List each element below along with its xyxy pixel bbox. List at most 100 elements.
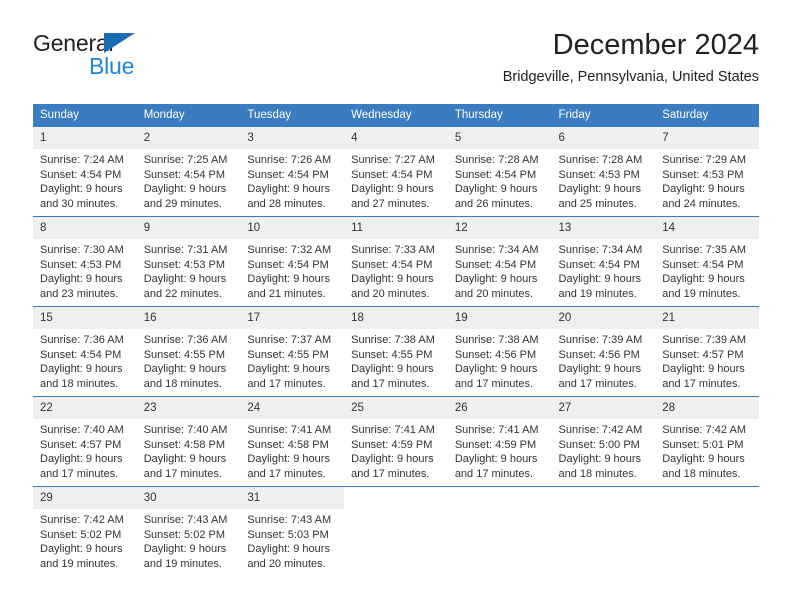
day-cell[interactable]: 25 Sunrise: 7:41 AM Sunset: 4:59 PM Dayl… <box>344 396 448 487</box>
sunset-text: Sunset: 4:56 PM <box>454 348 537 361</box>
sunset-text: Sunset: 4:54 PM <box>247 258 329 271</box>
sunset-text: Sunset: 4:58 PM <box>143 438 226 451</box>
day-details: Sunrise: 7:29 AM Sunset: 4:53 PM Dayligh… <box>655 149 759 211</box>
page-title: December 2024 <box>552 29 759 61</box>
generalblue-logo[interactable]: General Blue <box>33 32 233 88</box>
daylight-text-line2: and 17 minutes. <box>143 467 222 480</box>
day-cell[interactable]: 15 Sunrise: 7:36 AM Sunset: 4:54 PM Dayl… <box>33 306 137 397</box>
sunset-text: Sunset: 4:55 PM <box>247 348 329 361</box>
day-cell[interactable]: 19 Sunrise: 7:38 AM Sunset: 4:56 PM Dayl… <box>447 306 552 397</box>
daylight-text-line1: Daylight: 9 hours <box>351 453 434 465</box>
day-details: Sunrise: 7:36 AM Sunset: 4:54 PM Dayligh… <box>33 329 137 391</box>
day-cell[interactable]: 2 Sunrise: 7:25 AM Sunset: 4:54 PM Dayli… <box>136 126 241 217</box>
day-cell[interactable]: 24 Sunrise: 7:41 AM Sunset: 4:58 PM Dayl… <box>240 396 345 487</box>
day-number <box>551 487 656 509</box>
day-number: 27 <box>551 397 656 419</box>
day-cell-empty <box>447 486 552 573</box>
day-number: 31 <box>240 487 345 509</box>
day-number: 2 <box>136 127 241 149</box>
daylight-text-line2: and 17 minutes. <box>454 377 534 390</box>
day-cell[interactable]: 7 Sunrise: 7:29 AM Sunset: 4:53 PM Dayli… <box>655 126 759 217</box>
daylight-text-line2: and 17 minutes. <box>454 467 534 480</box>
day-cell-empty <box>655 486 759 573</box>
day-details: Sunrise: 7:41 AM Sunset: 4:59 PM Dayligh… <box>448 419 552 481</box>
day-cell[interactable]: 23 Sunrise: 7:40 AM Sunset: 4:58 PM Dayl… <box>136 396 241 487</box>
sunset-text: Sunset: 4:57 PM <box>662 348 744 361</box>
day-cell[interactable]: 1 Sunrise: 7:24 AM Sunset: 4:54 PM Dayli… <box>33 126 137 217</box>
sunset-text: Sunset: 4:57 PM <box>40 438 122 451</box>
daylight-text-line2: and 19 minutes. <box>40 557 119 570</box>
daylight-text-line1: Daylight: 9 hours <box>40 543 123 555</box>
daylight-text-line1: Daylight: 9 hours <box>454 183 538 195</box>
day-details: Sunrise: 7:35 AM Sunset: 4:54 PM Dayligh… <box>655 239 759 301</box>
calendar-week-row: 29 Sunrise: 7:42 AM Sunset: 5:02 PM Dayl… <box>33 486 759 573</box>
day-cell[interactable]: 8 Sunrise: 7:30 AM Sunset: 4:53 PM Dayli… <box>33 216 137 307</box>
day-details: Sunrise: 7:41 AM Sunset: 4:58 PM Dayligh… <box>240 419 344 481</box>
day-details: Sunrise: 7:38 AM Sunset: 4:56 PM Dayligh… <box>448 329 552 391</box>
day-number <box>447 487 552 509</box>
day-cell[interactable]: 16 Sunrise: 7:36 AM Sunset: 4:55 PM Dayl… <box>136 306 241 397</box>
sunset-text: Sunset: 4:55 PM <box>143 348 226 361</box>
day-number: 1 <box>33 127 137 149</box>
day-cell[interactable]: 4 Sunrise: 7:27 AM Sunset: 4:54 PM Dayli… <box>344 126 448 217</box>
day-cell[interactable]: 28 Sunrise: 7:42 AM Sunset: 5:01 PM Dayl… <box>655 396 759 487</box>
logo-text-blue: Blue <box>89 53 135 79</box>
day-cell[interactable]: 27 Sunrise: 7:42 AM Sunset: 5:00 PM Dayl… <box>551 396 656 487</box>
daylight-text-line1: Daylight: 9 hours <box>143 183 227 195</box>
daylight-text-line1: Daylight: 9 hours <box>558 363 642 375</box>
day-cell[interactable]: 9 Sunrise: 7:31 AM Sunset: 4:53 PM Dayli… <box>136 216 241 307</box>
day-cell[interactable]: 14 Sunrise: 7:35 AM Sunset: 4:54 PM Dayl… <box>655 216 759 307</box>
day-details: Sunrise: 7:36 AM Sunset: 4:55 PM Dayligh… <box>137 329 241 391</box>
daylight-text-line1: Daylight: 9 hours <box>662 273 745 285</box>
daylight-text-line2: and 19 minutes. <box>558 287 637 300</box>
weekday-header-friday: Friday <box>551 104 656 127</box>
day-details: Sunrise: 7:31 AM Sunset: 4:53 PM Dayligh… <box>137 239 241 301</box>
sunset-text: Sunset: 4:59 PM <box>454 438 537 451</box>
day-cell[interactable]: 31 Sunrise: 7:43 AM Sunset: 5:03 PM Dayl… <box>240 486 345 573</box>
sunset-text: Sunset: 5:02 PM <box>40 528 122 541</box>
day-details: Sunrise: 7:26 AM Sunset: 4:54 PM Dayligh… <box>240 149 344 211</box>
day-cell[interactable]: 17 Sunrise: 7:37 AM Sunset: 4:55 PM Dayl… <box>240 306 345 397</box>
day-details: Sunrise: 7:24 AM Sunset: 4:54 PM Dayligh… <box>33 149 137 211</box>
day-cell[interactable]: 29 Sunrise: 7:42 AM Sunset: 5:02 PM Dayl… <box>33 486 137 573</box>
day-cell-empty <box>551 486 656 573</box>
page-subtitle: Bridgeville, Pennsylvania, United States <box>502 69 759 85</box>
day-details: Sunrise: 7:41 AM Sunset: 4:59 PM Dayligh… <box>344 419 448 481</box>
day-number: 8 <box>33 217 137 239</box>
day-cell[interactable]: 30 Sunrise: 7:43 AM Sunset: 5:02 PM Dayl… <box>136 486 241 573</box>
day-details: Sunrise: 7:27 AM Sunset: 4:54 PM Dayligh… <box>344 149 448 211</box>
day-number: 17 <box>240 307 345 329</box>
sunrise-text: Sunrise: 7:43 AM <box>143 514 228 526</box>
day-cell[interactable]: 6 Sunrise: 7:28 AM Sunset: 4:53 PM Dayli… <box>551 126 656 217</box>
day-cell[interactable]: 20 Sunrise: 7:39 AM Sunset: 4:56 PM Dayl… <box>551 306 656 397</box>
sunset-text: Sunset: 4:54 PM <box>351 258 433 271</box>
day-cell[interactable]: 10 Sunrise: 7:32 AM Sunset: 4:54 PM Dayl… <box>240 216 345 307</box>
sunset-text: Sunset: 4:53 PM <box>143 258 226 271</box>
calendar-week-row: 15 Sunrise: 7:36 AM Sunset: 4:54 PM Dayl… <box>33 306 759 397</box>
day-details: Sunrise: 7:34 AM Sunset: 4:54 PM Dayligh… <box>552 239 656 301</box>
sunrise-text: Sunrise: 7:41 AM <box>351 424 435 436</box>
day-number: 10 <box>240 217 345 239</box>
day-cell[interactable]: 5 Sunrise: 7:28 AM Sunset: 4:54 PM Dayli… <box>447 126 552 217</box>
day-cell[interactable]: 22 Sunrise: 7:40 AM Sunset: 4:57 PM Dayl… <box>33 396 137 487</box>
day-cell[interactable]: 18 Sunrise: 7:38 AM Sunset: 4:55 PM Dayl… <box>344 306 448 397</box>
sunset-text: Sunset: 4:53 PM <box>662 168 744 181</box>
sunset-text: Sunset: 4:54 PM <box>40 168 122 181</box>
sunset-text: Sunset: 4:53 PM <box>558 168 640 181</box>
day-cell[interactable]: 21 Sunrise: 7:39 AM Sunset: 4:57 PM Dayl… <box>655 306 759 397</box>
day-cell[interactable]: 26 Sunrise: 7:41 AM Sunset: 4:59 PM Dayl… <box>447 396 552 487</box>
day-cell[interactable]: 12 Sunrise: 7:34 AM Sunset: 4:54 PM Dayl… <box>447 216 552 307</box>
sunrise-text: Sunrise: 7:36 AM <box>40 334 124 346</box>
sunset-text: Sunset: 4:54 PM <box>351 168 433 181</box>
day-cell[interactable]: 11 Sunrise: 7:33 AM Sunset: 4:54 PM Dayl… <box>344 216 448 307</box>
day-number: 22 <box>33 397 137 419</box>
day-number: 25 <box>344 397 448 419</box>
daylight-text-line2: and 17 minutes. <box>40 467 119 480</box>
day-number: 3 <box>240 127 345 149</box>
page-header: General Blue December 2024 Bridgeville, … <box>33 28 759 96</box>
calendar-page: General Blue December 2024 Bridgeville, … <box>0 0 792 612</box>
day-cell[interactable]: 3 Sunrise: 7:26 AM Sunset: 4:54 PM Dayli… <box>240 126 345 217</box>
sunrise-text: Sunrise: 7:29 AM <box>662 154 746 166</box>
daylight-text-line1: Daylight: 9 hours <box>143 273 227 285</box>
day-cell[interactable]: 13 Sunrise: 7:34 AM Sunset: 4:54 PM Dayl… <box>551 216 656 307</box>
